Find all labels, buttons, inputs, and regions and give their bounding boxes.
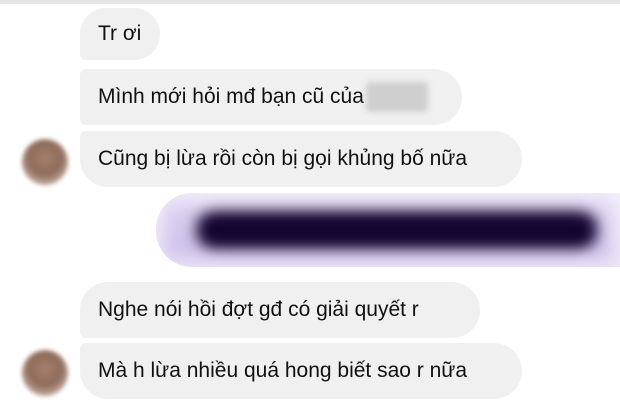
message-bubble[interactable]: Mình mới hỏi mđ bạn cũ của	[80, 69, 462, 125]
message-text: Tr ơi	[98, 22, 142, 45]
message-bubble[interactable]: Cũng bị lừa rồi còn bị gọi khủng bố nữa	[80, 131, 522, 187]
chat-thread: Tr ơi Mình mới hỏi mđ bạn cũ của Cũng bị…	[0, 0, 620, 407]
message-text: Cũng bị lừa rồi còn bị gọi khủng bố nữa	[98, 147, 468, 170]
message-bubble[interactable]: Mà h lừa nhiều quá hong biết sao r nữa	[80, 343, 522, 399]
message-bubble[interactable]: Nghe nói hồi đợt gđ có giải quyết r	[80, 282, 480, 338]
message-text: Nghe nói hồi đợt gđ có giải quyết r	[98, 298, 419, 321]
message-bubble[interactable]: Tr ơi	[80, 8, 160, 60]
message-text: Mình mới hỏi mđ bạn cũ của	[98, 85, 364, 108]
top-edge	[0, 0, 620, 4]
redacted-name	[365, 82, 428, 112]
message-text: Mà h lừa nhiều quá hong biết sao r nữa	[98, 359, 468, 382]
sent-message-blurred[interactable]	[156, 193, 620, 267]
sender-avatar[interactable]	[22, 350, 68, 396]
sender-avatar[interactable]	[22, 139, 68, 185]
